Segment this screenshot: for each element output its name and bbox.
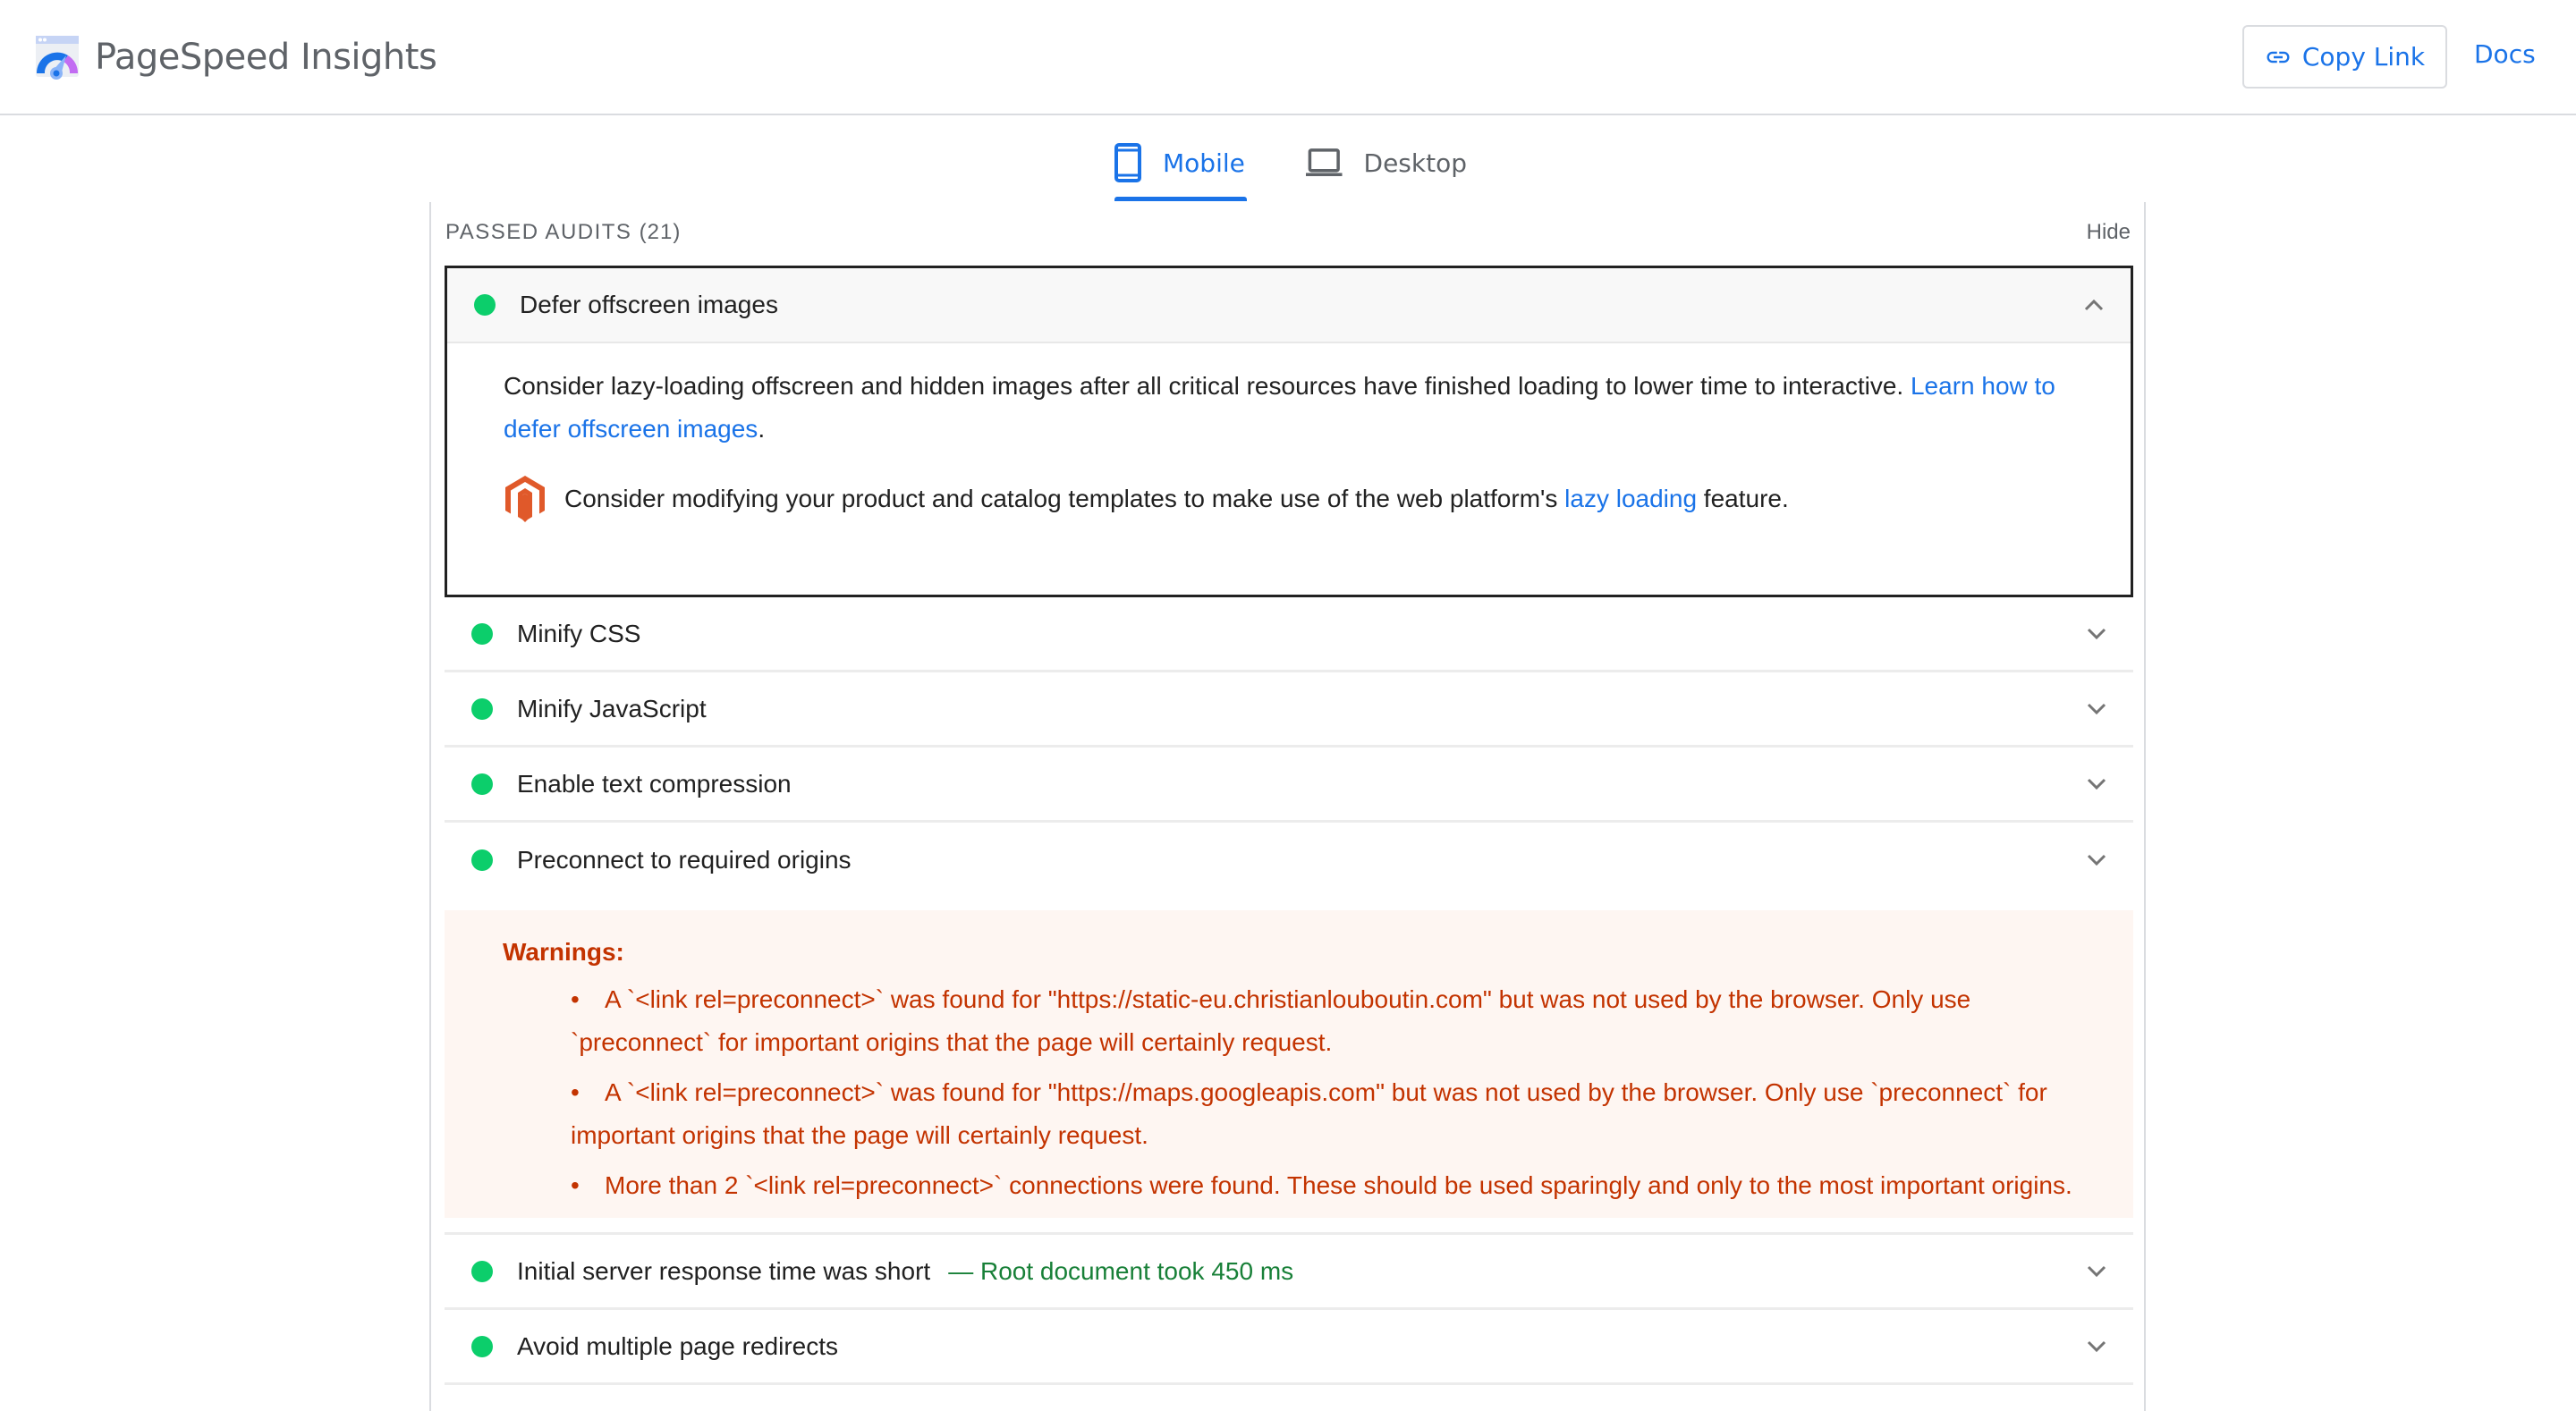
smartphone-icon [1114, 143, 1141, 182]
chevron-down-icon[interactable] [2087, 628, 2106, 640]
chevron-down-icon[interactable] [2087, 854, 2106, 866]
audit-title: Minify JavaScript [517, 694, 707, 722]
audit-row-redirects[interactable]: Avoid multiple page redirects [445, 1310, 2133, 1385]
pass-status-icon [471, 849, 493, 871]
hide-passed-audits-button[interactable]: Hide [2087, 220, 2131, 245]
stack-pack-text: Consider modifying your product and cata… [564, 485, 1789, 513]
audit-title: Preconnect to required origins [517, 846, 852, 874]
pass-status-icon [471, 622, 493, 645]
tab-desktop-label: Desktop [1363, 148, 1467, 178]
warnings-list: A `<link rel=preconnect>` was found for … [571, 978, 2073, 1207]
chevron-down-icon[interactable] [2087, 703, 2106, 715]
active-tab-indicator [1114, 197, 1247, 201]
warning-item: A `<link rel=preconnect>` was found for … [571, 1071, 2073, 1157]
audit-title: Initial server response time was short [517, 1256, 931, 1285]
stack-pack-advice: Consider modifying your product and cata… [504, 472, 2131, 526]
app-title: PageSpeed Insights [95, 37, 437, 78]
top-bar: PageSpeed Insights Copy Link Docs [0, 0, 2576, 115]
chevron-up-icon[interactable] [2084, 299, 2104, 311]
pass-status-icon [471, 1260, 493, 1282]
container-border-right [2144, 202, 2146, 1411]
audit-title: Enable text compression [517, 769, 792, 798]
audit-title: Avoid multiple page redirects [517, 1331, 839, 1360]
device-tabs: Mobile Desktop [0, 125, 2576, 206]
tab-mobile[interactable]: Mobile [1114, 125, 1247, 200]
audit-row-minify-javascript[interactable]: Minify JavaScript [445, 672, 2133, 748]
docs-link[interactable]: Docs [2474, 39, 2536, 69]
passed-audits-count: (21) [639, 220, 682, 244]
tab-mobile-label: Mobile [1163, 148, 1245, 178]
pass-status-icon [471, 773, 493, 795]
description-text: Consider lazy-loading offscreen and hidd… [504, 372, 1911, 400]
passed-audits-heading: PASSED AUDITS (21) [445, 220, 681, 245]
audit-header-defer-offscreen-images[interactable]: Defer offscreen images [447, 268, 2131, 343]
container-border-left [429, 202, 431, 1411]
audit-title: Minify CSS [517, 619, 641, 647]
laptop-icon [1306, 148, 1343, 176]
pass-status-icon [471, 697, 493, 720]
audit-row-preconnect[interactable]: Preconnect to required origins [445, 823, 2133, 898]
stack-text-after: feature. [1697, 485, 1789, 512]
chevron-down-icon[interactable] [2087, 1265, 2106, 1278]
tab-desktop[interactable]: Desktop [1306, 125, 1467, 200]
stack-text-before: Consider modifying your product and cata… [564, 485, 1565, 512]
audit-display-value: — Root document took 450 ms [948, 1256, 1294, 1285]
magento-icon [505, 476, 545, 522]
preconnect-warnings: Warnings: A `<link rel=preconnect>` was … [445, 910, 2133, 1218]
section-title: PASSED AUDITS [445, 220, 632, 244]
audit-description: Consider lazy-loading offscreen and hidd… [504, 365, 2087, 451]
copy-link-button[interactable]: Copy Link [2242, 25, 2447, 89]
pass-status-icon [471, 1335, 493, 1357]
audit-title: Defer offscreen images [520, 291, 778, 318]
link-icon [2267, 51, 2290, 63]
brand[interactable]: PageSpeed Insights [34, 34, 437, 80]
audit-row-minify-css[interactable]: Minify CSS [445, 597, 2133, 672]
copy-link-label: Copy Link [2301, 42, 2426, 72]
description-end: . [758, 415, 766, 443]
audit-details: Consider lazy-loading offscreen and hidd… [447, 343, 2131, 526]
pass-status-icon [474, 294, 496, 316]
expanded-audit-card: Defer offscreen images Consider lazy-loa… [445, 266, 2133, 597]
audit-row-server-response-time[interactable]: Initial server response time was short —… [445, 1232, 2133, 1310]
pagespeed-gauge-icon [36, 36, 79, 80]
warnings-title: Warnings: [503, 938, 624, 966]
lazy-loading-link[interactable]: lazy loading [1564, 485, 1697, 512]
chevron-down-icon[interactable] [2087, 1340, 2106, 1353]
audit-row-enable-text-compression[interactable]: Enable text compression [445, 748, 2133, 823]
warning-item: More than 2 `<link rel=preconnect>` conn… [571, 1164, 2073, 1207]
chevron-down-icon[interactable] [2087, 778, 2106, 790]
warning-item: A `<link rel=preconnect>` was found for … [571, 978, 2073, 1064]
